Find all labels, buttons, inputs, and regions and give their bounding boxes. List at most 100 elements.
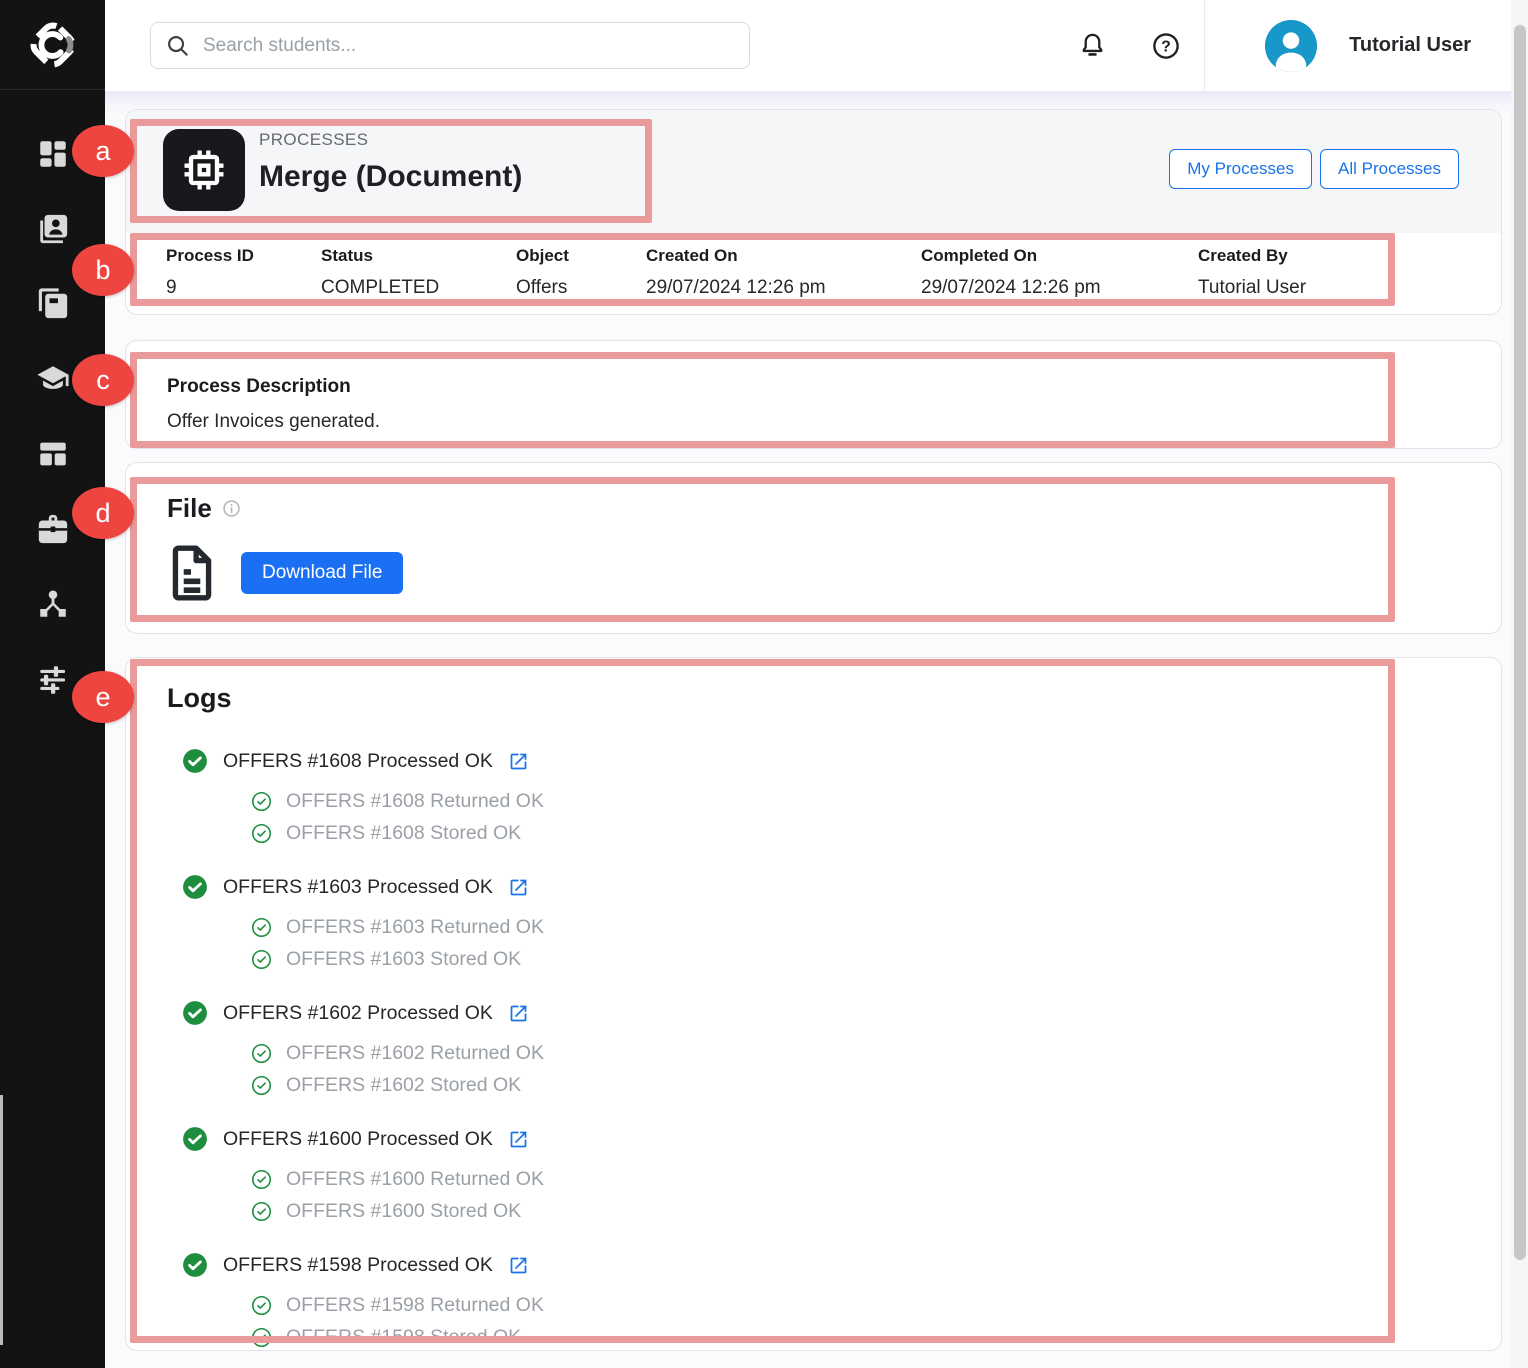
scrollbar-track <box>1511 0 1528 1368</box>
svg-text:?: ? <box>1161 38 1171 55</box>
info-icon[interactable] <box>222 499 241 518</box>
help-icon: ? <box>1151 31 1181 61</box>
check-outline-icon <box>251 1169 272 1190</box>
user-name: Tutorial User <box>1349 34 1471 57</box>
bell-icon <box>1078 31 1107 60</box>
open-in-new-icon[interactable] <box>508 1255 529 1276</box>
graduation-cap-icon <box>36 362 70 396</box>
contacts-icon <box>36 212 70 246</box>
download-file-button[interactable]: Download File <box>241 552 403 594</box>
annotation-marker-b: b <box>72 244 134 296</box>
sidebar-item-education[interactable] <box>34 360 72 398</box>
log-main-text: OFFERS #1602 Processed OK <box>223 1002 493 1025</box>
log-main-text: OFFERS #1598 Processed OK <box>223 1254 493 1277</box>
check-outline-icon <box>251 1327 272 1348</box>
log-sub-row: OFFERS #1600 Stored OK <box>251 1195 1501 1227</box>
log-sub-row: OFFERS #1608 Returned OK <box>251 785 1501 817</box>
sidebar-item-contacts[interactable] <box>34 210 72 248</box>
open-in-new-icon[interactable] <box>508 1129 529 1150</box>
sidebar-item-dashboard[interactable] <box>34 135 72 173</box>
check-outline-icon <box>251 823 272 844</box>
annotation-marker-a: a <box>72 125 134 177</box>
process-header-band: PROCESSES Merge (Document) My Processes … <box>126 110 1501 233</box>
avatar <box>1265 20 1317 72</box>
my-processes-button[interactable]: My Processes <box>1169 149 1312 189</box>
check-circle-icon <box>182 1000 208 1026</box>
sidebar-item-workflow[interactable] <box>34 585 72 623</box>
sliders-icon <box>36 662 70 696</box>
user-silhouette-icon <box>1265 20 1317 72</box>
detail-process-id: Process ID 9 <box>166 246 321 299</box>
check-outline-icon <box>251 1201 272 1222</box>
process-card: PROCESSES Merge (Document) My Processes … <box>125 109 1502 315</box>
log-main-text: OFFERS #1600 Processed OK <box>223 1128 493 1151</box>
notifications-button[interactable] <box>1077 31 1107 61</box>
page-title: Merge (Document) <box>259 160 522 194</box>
app-logo-icon <box>21 13 85 77</box>
briefcase-icon <box>36 512 70 546</box>
check-circle-icon <box>182 748 208 774</box>
search-icon <box>165 33 191 59</box>
process-description-title: Process Description <box>167 376 1501 398</box>
logs-card: Logs OFFERS #1608 Processed OK <box>125 657 1502 1351</box>
all-processes-button[interactable]: All Processes <box>1320 149 1459 189</box>
log-group: OFFERS #1598 Processed OK OFFERS #1598 R… <box>182 1250 1501 1353</box>
app-logo[interactable] <box>0 0 105 90</box>
scrollbar-thumb[interactable] <box>1514 25 1526 1260</box>
check-outline-icon <box>251 1295 272 1316</box>
documents-icon <box>36 287 70 321</box>
log-main-text: OFFERS #1608 Processed OK <box>223 750 493 773</box>
log-sub-row: OFFERS #1608 Stored OK <box>251 817 1501 849</box>
detail-created-on: Created On 29/07/2024 12:26 pm <box>646 246 921 299</box>
log-sub-row: OFFERS #1598 Returned OK <box>251 1289 1501 1321</box>
sidebar-item-documents[interactable] <box>34 285 72 323</box>
log-sub-row: OFFERS #1598 Stored OK <box>251 1321 1501 1353</box>
detail-status: Status COMPLETED <box>321 246 516 299</box>
check-circle-icon <box>182 874 208 900</box>
log-list: OFFERS #1608 Processed OK OFFERS #1608 R… <box>167 746 1501 1353</box>
check-circle-icon <box>182 1252 208 1278</box>
check-outline-icon <box>251 949 272 970</box>
log-group: OFFERS #1603 Processed OK OFFERS #1603 R… <box>182 872 1501 975</box>
log-sub-row: OFFERS #1603 Returned OK <box>251 911 1501 943</box>
open-in-new-icon[interactable] <box>508 1003 529 1024</box>
process-details-row: Process ID 9 Status COMPLETED Object Off… <box>126 233 1501 299</box>
main-content: PROCESSES Merge (Document) My Processes … <box>105 91 1511 1368</box>
log-group: OFFERS #1608 Processed OK OFFERS #1608 R… <box>182 746 1501 849</box>
log-group: OFFERS #1602 Processed OK OFFERS #1602 R… <box>182 998 1501 1101</box>
search-input[interactable] <box>203 35 735 57</box>
process-type-badge <box>163 129 245 211</box>
help-button[interactable]: ? <box>1151 31 1181 61</box>
annotation-marker-d: d <box>72 487 134 539</box>
open-in-new-icon[interactable] <box>508 877 529 898</box>
logs-section-title: Logs <box>167 683 1501 714</box>
annotation-marker-c: c <box>72 354 134 406</box>
process-description-body: Offer Invoices generated. <box>167 411 1501 433</box>
log-main-text: OFFERS #1603 Processed OK <box>223 876 493 899</box>
chip-icon <box>178 144 230 196</box>
search-box <box>150 22 750 69</box>
sidebar-item-layout[interactable] <box>34 435 72 473</box>
open-in-new-icon[interactable] <box>508 751 529 772</box>
sidebar-item-settings[interactable] <box>34 660 72 698</box>
layout-icon <box>36 437 70 471</box>
detail-object: Object Offers <box>516 246 646 299</box>
check-circle-icon <box>182 1126 208 1152</box>
check-outline-icon <box>251 1043 272 1064</box>
log-sub-row: OFFERS #1602 Returned OK <box>251 1037 1501 1069</box>
topbar: ? Tutorial User <box>105 0 1511 91</box>
detail-completed-on: Completed On 29/07/2024 12:26 pm <box>921 246 1198 299</box>
file-card: File Download File <box>125 462 1502 634</box>
file-section-title: File <box>167 493 212 524</box>
check-outline-icon <box>251 917 272 938</box>
log-sub-row: OFFERS #1600 Returned OK <box>251 1163 1501 1195</box>
breadcrumb: PROCESSES <box>259 130 522 150</box>
check-outline-icon <box>251 1075 272 1096</box>
sidebar-item-briefcase[interactable] <box>34 510 72 548</box>
dashboard-icon <box>36 137 70 171</box>
log-group: OFFERS #1600 Processed OK OFFERS #1600 R… <box>182 1124 1501 1227</box>
process-description-card: Process Description Offer Invoices gener… <box>125 340 1502 449</box>
workflow-icon <box>36 587 70 621</box>
annotation-marker-e: e <box>72 671 134 723</box>
user-menu[interactable]: Tutorial User <box>1265 0 1471 91</box>
